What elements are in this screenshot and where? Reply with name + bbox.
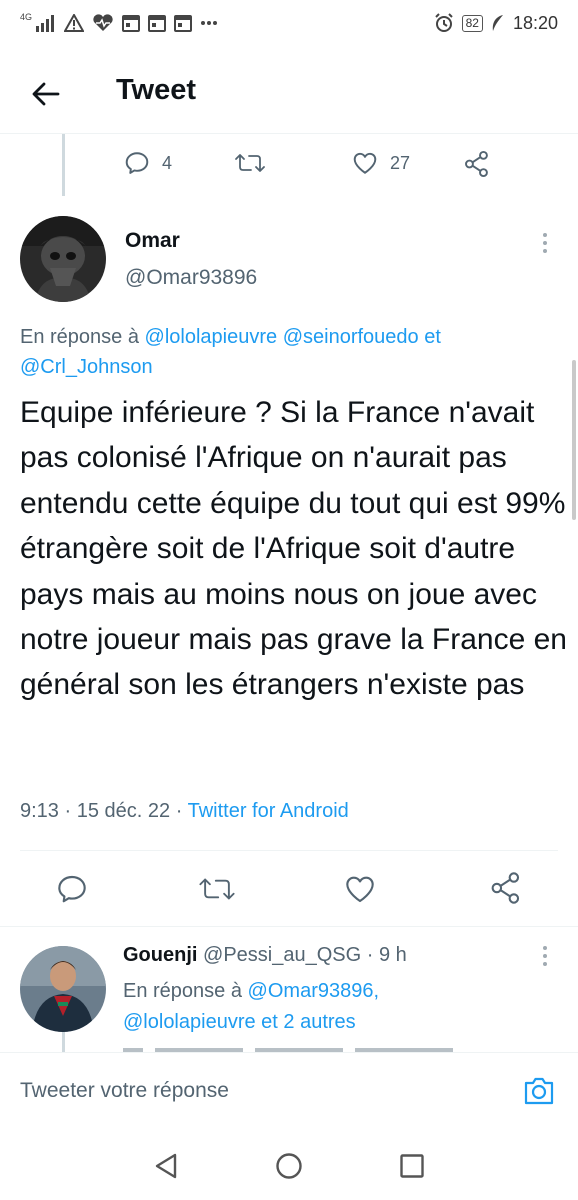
square-recents-icon [400,1154,424,1178]
like-button[interactable]: 27 [352,150,410,176]
avatar-omar[interactable] [20,216,106,302]
retweet-button[interactable] [198,873,236,905]
leaf-icon [492,15,503,31]
author-handle[interactable]: @Omar93896 [125,266,257,290]
reply-context: En réponse à @Omar93896, @lololapieuvre … [123,976,453,1038]
avatar-image [20,216,106,302]
mention-link[interactable]: @seinorfouedo [283,326,419,348]
nav-back-button[interactable] [150,1150,182,1182]
reply-button[interactable] [56,873,88,905]
calendar-icon-3 [174,15,193,32]
share-icon [465,150,488,178]
battery-level: 82 [461,14,483,32]
reply-button[interactable]: 4 [124,150,172,176]
more-vertical-icon[interactable] [535,228,555,258]
mention-conjunction: et [424,326,441,348]
header-divider [0,133,578,134]
author-name[interactable]: Omar [125,229,180,253]
like-count: 27 [390,152,411,173]
thread-line [62,1032,65,1052]
author-handle[interactable]: @Pessi_au_QSG [203,944,361,966]
mention-tail[interactable]: et 2 autres [261,1011,356,1033]
divider [20,850,558,851]
like-button[interactable] [344,873,376,905]
arrow-left-icon [32,82,60,106]
share-icon [491,872,520,904]
author-name[interactable]: Gouenji [123,944,197,966]
scrollbar[interactable] [572,360,576,520]
signal-icon [36,15,55,32]
tweet-text: Equipe inférieure ? Si la France n'avait… [20,396,567,702]
alarm-icon [434,13,453,32]
separator: · [175,800,183,822]
comment-icon [125,152,149,174]
health-icon [93,14,113,32]
mention-link[interactable]: @Omar93896, [248,980,379,1002]
share-button[interactable] [464,150,490,178]
tweet-age: 9 h [378,944,407,966]
divider [0,926,578,927]
reply-count: 4 [162,152,173,173]
clock: 18:20 [512,12,558,33]
heart-icon [346,876,374,903]
mention-link[interactable]: @Crl_Johnson [20,356,153,378]
separator: · [64,800,72,822]
status-left: 4G [20,11,218,32]
reply-input[interactable]: Tweeter votre réponse [20,1079,229,1103]
more-horizontal-icon [201,21,218,25]
mention-link[interactable]: @lololapieuvre [123,1011,256,1033]
calendar-icon-2 [148,15,167,32]
system-nav-bar [0,1132,578,1200]
reply-context: En réponse à @lololapieuvre @seinorfoued… [20,322,560,382]
tweet-source[interactable]: Twitter for Android [188,800,349,822]
tweet-date: 15 déc. 22 [76,800,171,822]
circle-home-icon [276,1153,302,1179]
thread-line [62,134,65,196]
page-title: Tweet [116,74,197,106]
heart-icon [353,152,377,174]
nav-home-button[interactable] [273,1150,305,1182]
retweet-icon [199,878,235,900]
truncated-text [123,1044,453,1052]
triangle-back-icon [155,1153,177,1179]
comment-icon [58,875,86,903]
separator: · [366,944,374,966]
nav-recents-button[interactable] [396,1150,428,1182]
mention-link[interactable]: @lololapieuvre [145,326,278,348]
avatar-image [20,946,106,1032]
more-vertical-icon[interactable] [535,941,555,971]
share-button[interactable] [490,871,522,905]
back-button[interactable] [28,76,64,112]
calendar-icon [122,15,141,32]
status-bar: 4G 82 18:20 [0,0,578,46]
warning-icon [64,14,85,32]
network-type: 4G [20,11,33,22]
avatar-gouenji[interactable] [20,946,106,1032]
tweet-time: 9:13 [20,800,59,822]
app-header: Tweet [0,58,578,128]
reply-composer[interactable]: Tweeter votre réponse [0,1052,578,1132]
reply-tweet-header: Gouenji @Pessi_au_QSG · 9 h [123,944,407,967]
reply-prefix: En réponse à [20,326,139,348]
retweet-icon [235,154,265,172]
camera-icon [524,1077,554,1105]
camera-button[interactable] [522,1074,556,1108]
retweet-button[interactable] [234,150,266,176]
reply-prefix: En réponse à [123,980,242,1002]
tweet-meta: 9:13 · 15 déc. 22 · Twitter for Android [20,800,349,823]
status-right: 82 18:20 [434,13,558,34]
